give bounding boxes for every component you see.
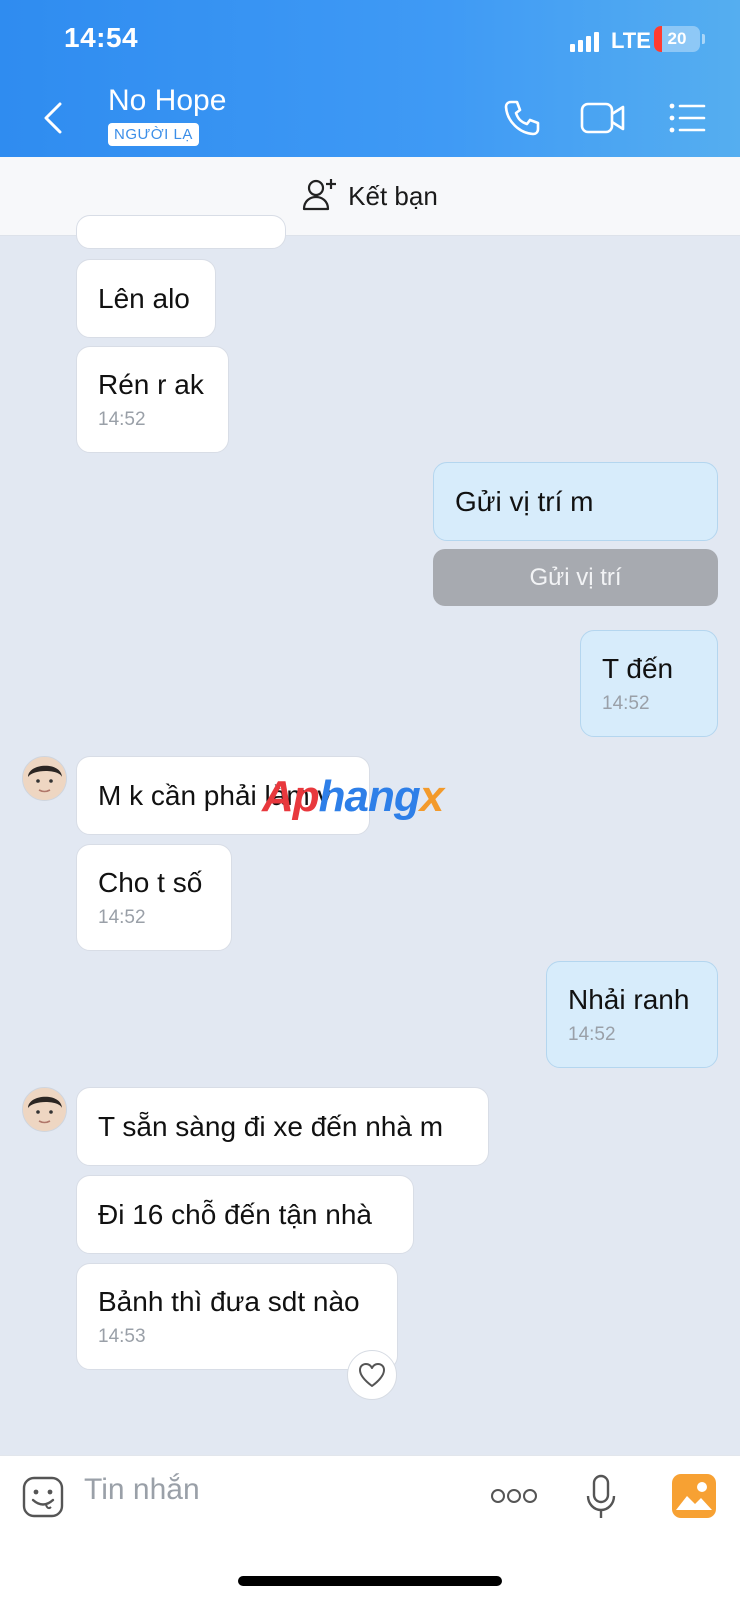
home-indicator bbox=[238, 1576, 502, 1586]
message-text: T sẵn sàng đi xe đến nhà m bbox=[98, 1110, 444, 1142]
menu-icon[interactable] bbox=[668, 98, 706, 143]
add-friend-label: Kết bạn bbox=[348, 180, 438, 211]
message-time: 14:52 bbox=[568, 1024, 616, 1045]
battery-tip bbox=[702, 34, 705, 44]
chat-header: 14:54 LTE 20 No Hope NGƯỜI LẠ bbox=[0, 0, 740, 157]
message-time: 14:52 bbox=[98, 409, 146, 430]
message-incoming[interactable]: Lên alo bbox=[76, 259, 216, 338]
signal-icon bbox=[570, 30, 599, 52]
heart-icon[interactable] bbox=[347, 1350, 397, 1400]
message-time: 14:53 bbox=[98, 1326, 146, 1347]
stranger-badge: NGƯỜI LẠ bbox=[108, 123, 199, 146]
more-icon[interactable] bbox=[490, 1486, 538, 1511]
battery-level: 20 bbox=[667, 29, 687, 48]
message-text: Rén r ak bbox=[98, 369, 204, 400]
message-text: Nhải ranh bbox=[568, 984, 690, 1015]
send-location-button[interactable]: Gửi vị trí bbox=[433, 549, 718, 606]
contact-name[interactable]: No Hope bbox=[108, 84, 226, 118]
status-time: 14:54 bbox=[64, 22, 139, 53]
message-text: Đi 16 chỗ đến tận nhà bbox=[98, 1198, 372, 1230]
add-friend-icon bbox=[302, 177, 338, 216]
microphone-icon[interactable] bbox=[585, 1474, 617, 1525]
message-text: Lên alo bbox=[98, 282, 190, 314]
message-incoming[interactable]: Cho t số 14:52 bbox=[76, 844, 232, 951]
message-text: Bảnh thì đưa sdt nào bbox=[98, 1286, 360, 1317]
message-incoming[interactable]: Rén r ak 14:52 bbox=[76, 346, 229, 453]
message-input[interactable]: Tin nhắn bbox=[84, 1473, 200, 1507]
message-text: T đến bbox=[602, 653, 674, 684]
avatar[interactable] bbox=[22, 756, 67, 801]
image-icon[interactable] bbox=[672, 1474, 716, 1523]
message-outgoing[interactable]: T đến 14:52 bbox=[580, 630, 718, 737]
message-outgoing[interactable]: Gửi vị trí m bbox=[433, 462, 718, 541]
phone-icon[interactable] bbox=[502, 98, 542, 143]
avatar[interactable] bbox=[22, 1087, 67, 1132]
back-icon[interactable] bbox=[36, 98, 70, 138]
emoji-icon[interactable] bbox=[22, 1476, 64, 1523]
message-outgoing[interactable]: Nhải ranh 14:52 bbox=[546, 961, 718, 1068]
message-incoming[interactable]: T sẵn sàng đi xe đến nhà m bbox=[76, 1087, 489, 1166]
video-call-icon[interactable] bbox=[580, 98, 626, 143]
message-time: 14:52 bbox=[98, 907, 146, 928]
battery-icon: 20 bbox=[654, 26, 700, 52]
message-incoming[interactable]: Đi 16 chỗ đến tận nhà bbox=[76, 1175, 414, 1254]
message-bubble-partial[interactable] bbox=[76, 215, 286, 249]
message-incoming[interactable]: Bảnh thì đưa sdt nào 14:53 bbox=[76, 1263, 398, 1370]
watermark-logo: Aphangx bbox=[262, 772, 444, 821]
message-text: Cho t số bbox=[98, 867, 203, 898]
message-text: Gửi vị trí m bbox=[455, 485, 594, 517]
message-time: 14:52 bbox=[602, 693, 650, 714]
network-type: LTE bbox=[611, 28, 651, 53]
